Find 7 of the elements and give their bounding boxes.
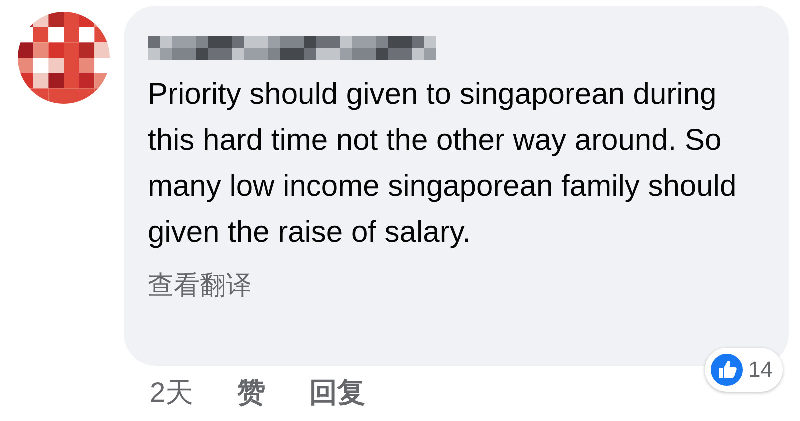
thumbs-up-icon (708, 352, 745, 388)
comment-text: Priority should given to singaporean during this hard time not the other way around. So many low income singaporean family should given the raise of salary. (148, 77, 738, 251)
translate-link[interactable]: 查看翻译 (148, 268, 252, 303)
action-link[interactable]: 回复 (310, 374, 366, 412)
reaction-count[interactable]: 14 (704, 348, 783, 392)
comment-time: 2天 (150, 376, 194, 410)
action-link[interactable]: 赞 (238, 374, 266, 412)
